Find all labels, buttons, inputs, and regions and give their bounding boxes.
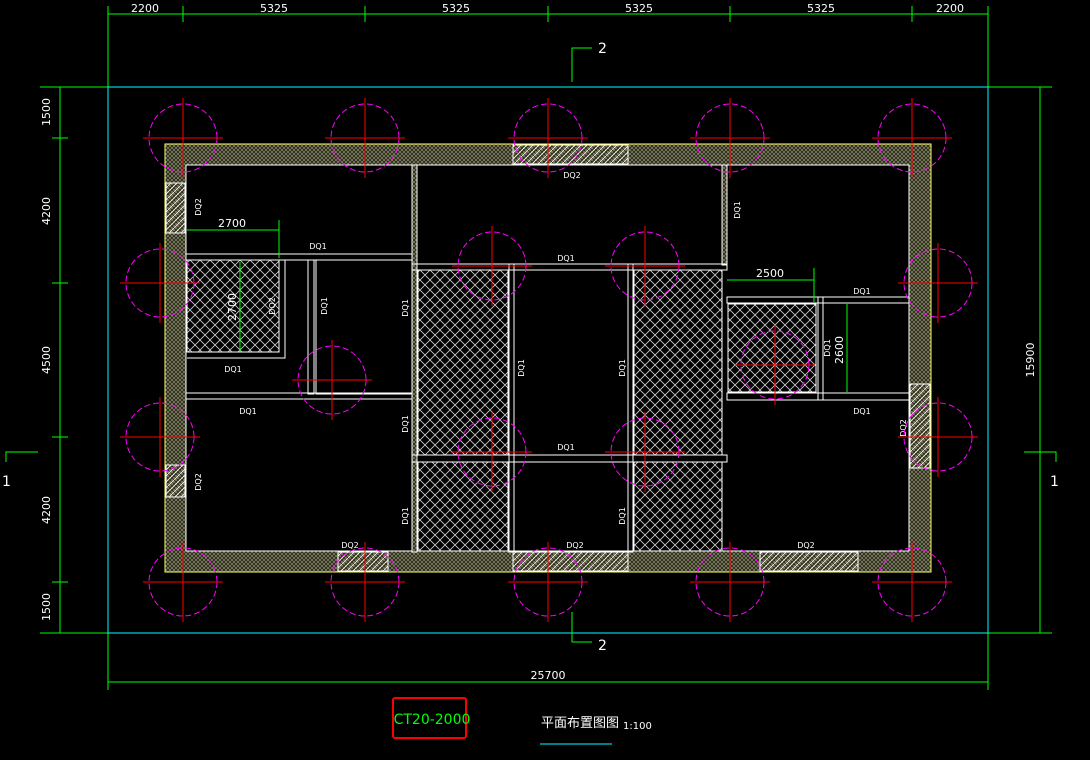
inner-dim-2: 2700 [226, 293, 239, 321]
door-label: DQ1 [239, 407, 257, 416]
top-dim-6: 2200 [936, 2, 964, 15]
top-dim-1: 2200 [131, 2, 159, 15]
section-label-top: 2 [598, 41, 607, 57]
door-label: DQ1 [853, 287, 871, 296]
right-dimension [988, 86, 1052, 634]
inner-dim-4: 2600 [833, 336, 846, 364]
door-label: DQ1 [853, 407, 871, 416]
door-label: DQ1 [557, 443, 575, 452]
top-dim-3: 5325 [442, 2, 470, 15]
door-label: DQ2 [194, 198, 203, 216]
door-label: DQ1 [401, 415, 410, 433]
door-label: DQ2 [194, 473, 203, 491]
door-label: DQ1 [618, 507, 627, 525]
left-dim-4: 4200 [40, 496, 53, 524]
floor-plan-drawing: 2200 5325 5325 5325 5325 2200 1500 4200 … [2, 2, 1059, 745]
section-label-left: 1 [2, 474, 11, 490]
top-dim-2: 5325 [260, 2, 288, 15]
total-width-label: 25700 [531, 669, 566, 682]
inner-dim-1: 2700 [218, 217, 246, 230]
left-dim-2: 4200 [40, 197, 53, 225]
door-label: DQ2 [566, 541, 584, 550]
left-dim-5: 1500 [40, 593, 53, 621]
total-height-label: 15900 [1024, 343, 1037, 378]
door-label: DQ1 [733, 201, 742, 219]
section-label-bottom: 2 [598, 638, 607, 654]
left-dim-1: 1500 [40, 98, 53, 126]
left-dim-3: 4500 [40, 346, 53, 374]
left-dimension-labels: 1500 4200 4500 4200 1500 [40, 98, 53, 621]
top-dim-4: 5325 [625, 2, 653, 15]
door-label: DQ2 [899, 419, 908, 437]
door-label: DQ2 [341, 541, 359, 550]
door-label: DQ1 [517, 359, 526, 377]
top-dimension-chain [107, 6, 989, 90]
door-label: DQ1 [401, 507, 410, 525]
inner-dim-3: 2500 [756, 267, 784, 280]
door-label: DQ1 [401, 299, 410, 317]
door-label: DQ1 [320, 297, 329, 315]
door-label: DQ2 [268, 297, 277, 315]
section-label-right: 1 [1050, 474, 1059, 490]
door-label: DQ1 [309, 242, 327, 251]
door-label: DQ2 [797, 541, 815, 550]
door-label: DQ2 [563, 171, 581, 180]
door-label: DQ1 [557, 254, 575, 263]
tag-label: CT20-2000 [394, 712, 471, 728]
door-label: DQ1 [618, 359, 627, 377]
drawing-title: 平面布置图图 [541, 716, 619, 731]
door-label: DQ1 [224, 365, 242, 374]
drawing-scale: 1:100 [623, 721, 652, 732]
top-dim-5: 5325 [807, 2, 835, 15]
door-label: DQ1 [823, 339, 832, 357]
